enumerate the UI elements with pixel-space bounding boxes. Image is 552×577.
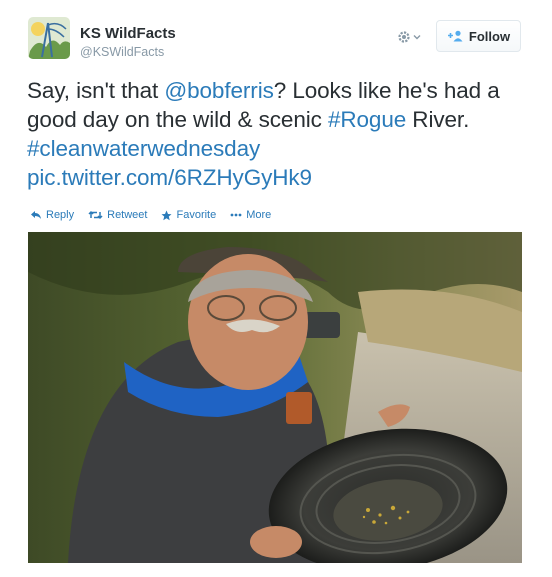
- reply-label: Reply: [46, 209, 75, 221]
- retweet-action[interactable]: Retweet: [88, 209, 147, 221]
- tweet-text-part: River.: [406, 107, 470, 132]
- favorite-star-icon: [161, 210, 172, 220]
- follow-person-icon: [447, 30, 463, 42]
- hashtag-link[interactable]: #Rogue: [328, 107, 406, 132]
- retweet-icon: [88, 210, 103, 220]
- reply-icon: [31, 211, 41, 219]
- account-handle[interactable]: @KSWildFacts: [80, 45, 164, 59]
- tweet-actions: Reply Retweet Favorite More: [30, 209, 271, 221]
- account-name[interactable]: KS WildFacts: [80, 25, 176, 42]
- more-label: More: [246, 209, 272, 221]
- reply-action[interactable]: Reply: [30, 209, 74, 221]
- tweet-photo[interactable]: [28, 232, 522, 563]
- avatar[interactable]: [28, 17, 70, 59]
- media-link[interactable]: pic.twitter.com/6RZHyGyHk9: [27, 165, 312, 190]
- user-actions-dropdown[interactable]: [397, 28, 427, 46]
- favorite-label: Favorite: [176, 209, 217, 221]
- favorite-action[interactable]: Favorite: [161, 209, 216, 221]
- tweet-text-part: Say, isn't that: [27, 78, 165, 103]
- follow-label: Follow: [468, 28, 511, 44]
- chevron-down-icon: [413, 35, 421, 40]
- tweet-text: Say, isn't that @bobferris? Looks like h…: [27, 76, 532, 192]
- more-action[interactable]: More: [230, 209, 271, 221]
- retweet-label: Retweet: [107, 209, 148, 221]
- follow-button[interactable]: Follow: [436, 20, 521, 52]
- gear-icon: [398, 31, 410, 43]
- hashtag-link[interactable]: #cleanwaterwednesday: [27, 136, 260, 161]
- tweet-card: KS WildFacts @KSWildFacts Follow Say, is…: [0, 0, 552, 577]
- more-dots-icon: [230, 213, 242, 217]
- mention-link[interactable]: @bobferris: [164, 78, 273, 103]
